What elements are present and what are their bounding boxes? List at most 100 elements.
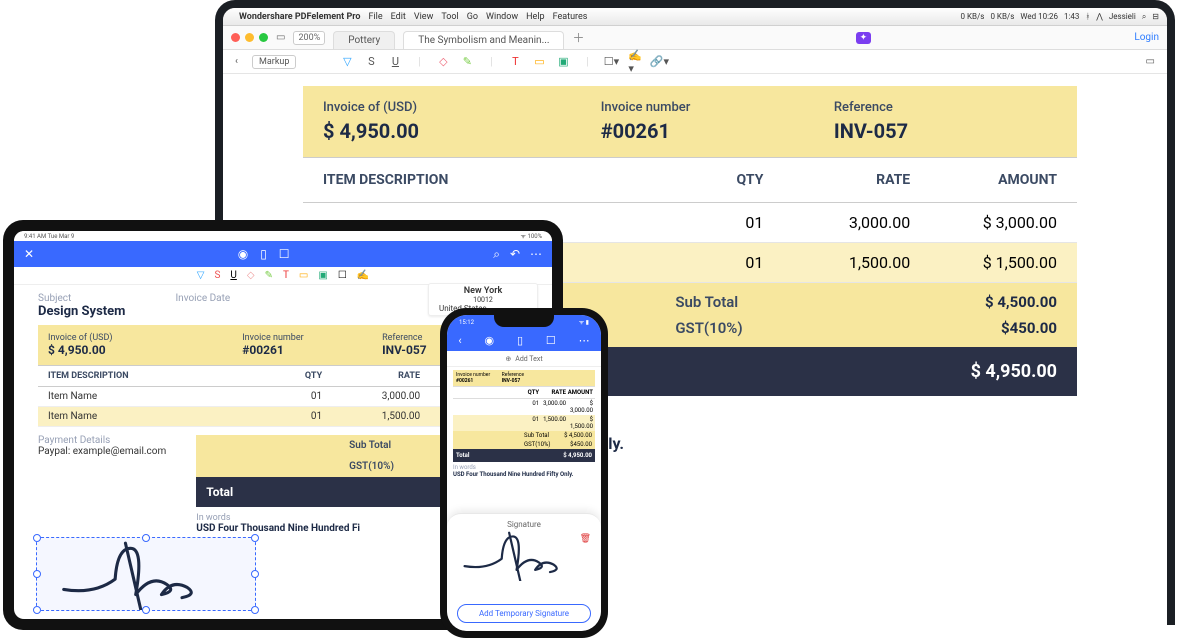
cell-rate: 3,000.00 — [539, 400, 566, 414]
window-chrome: ▭ 200% Pottery The Symbolism and Meanin.… — [223, 26, 1167, 50]
login-link[interactable]: Login — [1134, 32, 1159, 43]
view-toggle-icon[interactable]: ▭ — [1146, 56, 1155, 67]
pen-icon[interactable]: ✎ — [265, 270, 273, 281]
net-down: 0 KB/s — [990, 12, 1014, 21]
inv-of-label: Invoice of (USD) — [48, 333, 238, 343]
close-icon[interactable]: ✕ — [24, 247, 34, 261]
undo-icon[interactable]: ↶ — [510, 247, 520, 262]
signature-icon[interactable]: ✍▾ — [628, 55, 642, 69]
bluetooth-icon[interactable]: ᚼ — [1085, 12, 1090, 21]
textbox-icon[interactable]: T — [508, 55, 522, 69]
strike-icon[interactable]: S — [214, 270, 220, 281]
menu-tool[interactable]: Tool — [441, 12, 458, 22]
sign-icon[interactable]: ✍ — [357, 270, 369, 281]
menubar-user[interactable]: Jessieli — [1109, 12, 1136, 21]
menu-features[interactable]: Features — [553, 12, 588, 22]
delete-signature-icon[interactable]: 🗑 — [580, 534, 591, 544]
menu-file[interactable]: File — [369, 12, 383, 22]
cell-qty: 01 — [675, 213, 763, 232]
attachment-icon[interactable]: 🔗▾ — [652, 55, 666, 69]
cell-qty: 01 — [263, 391, 322, 402]
invoice-number-label: Invoice number — [601, 100, 824, 115]
text-icon[interactable]: T — [283, 270, 289, 281]
zoom-select[interactable]: 200% — [293, 31, 325, 45]
col-item: ITEM DESCRIPTION — [323, 172, 675, 188]
pen-icon[interactable]: ✎ — [460, 55, 474, 69]
table-header: ITEM DESCRIPTION QTY RATE AMOUNT — [303, 157, 1077, 203]
bookmark-icon[interactable]: ☐ — [279, 247, 290, 261]
wifi-icon[interactable]: ⋀ — [1096, 12, 1103, 21]
mode-select[interactable]: Markup — [252, 55, 296, 69]
signature-selection-box[interactable] — [36, 537, 256, 611]
menu-window[interactable]: Window — [486, 12, 518, 22]
menubar-app-name[interactable]: Wondershare PDFelement Pro — [239, 12, 361, 22]
highlight-icon[interactable]: ▽ — [340, 55, 354, 69]
stamp-icon[interactable]: ▣ — [318, 270, 327, 281]
back-button[interactable]: ‹ — [235, 56, 238, 67]
cell-item: Item Name — [48, 411, 263, 422]
shape-icon[interactable]: ☐ — [338, 270, 347, 281]
note-icon[interactable]: ▭ — [299, 270, 308, 281]
home-icon[interactable]: ◉ — [238, 247, 248, 261]
resize-handle[interactable] — [251, 606, 259, 614]
tab-pottery[interactable]: Pottery — [333, 31, 395, 49]
subject-value: Design System — [38, 304, 125, 319]
col-amount: AMOUNT — [910, 172, 1057, 188]
page-icon[interactable]: ▯ — [517, 334, 523, 347]
divider: | — [580, 55, 594, 69]
resize-handle[interactable] — [142, 606, 150, 614]
payment-details-value: Paypal: example@email.com — [38, 446, 166, 457]
shape-icon[interactable]: ☐▾ — [604, 55, 618, 69]
menu-help[interactable]: Help — [526, 12, 544, 22]
cell-item: Item Name — [48, 391, 263, 402]
eraser-icon[interactable]: ◇ — [247, 270, 255, 281]
resize-handle[interactable] — [251, 534, 259, 542]
total-value: $ 4,950.00 — [971, 361, 1057, 382]
cell-rate: 1,500.00 — [763, 253, 910, 272]
inv-num-value: #00261 — [242, 343, 378, 357]
menu-edit[interactable]: Edit — [391, 12, 406, 22]
resize-handle[interactable] — [33, 570, 41, 578]
iphone-document[interactable]: Invoice number#00261 ReferenceINV-057 QT… — [447, 367, 601, 481]
resize-handle[interactable] — [251, 570, 259, 578]
cell-qty: 01 — [522, 400, 539, 414]
tab-symbolism[interactable]: The Symbolism and Meanin... — [403, 31, 564, 49]
resize-handle[interactable] — [33, 606, 41, 614]
sidebar-toggle-icon[interactable]: ▭ — [276, 32, 285, 43]
more-icon[interactable]: ⋯ — [579, 334, 590, 347]
highlight-icon[interactable]: ▽ — [197, 270, 205, 281]
strikethrough-icon[interactable]: S — [364, 55, 378, 69]
iphone-toolbar: ‹ ◉ ▯ ☐ ⋯ — [447, 329, 601, 351]
more-icon[interactable]: ⋯ — [530, 247, 542, 262]
maximize-window-button[interactable] — [259, 33, 268, 42]
minimize-window-button[interactable] — [245, 33, 254, 42]
control-center-icon[interactable]: ⊟ — [1152, 12, 1159, 21]
view-icon[interactable]: ☐ — [546, 334, 556, 347]
menu-go[interactable]: Go — [467, 12, 478, 22]
premium-icon[interactable]: ✦ — [856, 32, 872, 44]
resize-handle[interactable] — [142, 534, 150, 542]
resize-handle[interactable] — [33, 534, 41, 542]
add-text-bar[interactable]: ⊕ Add Text — [447, 351, 601, 367]
search-icon[interactable]: ⌕ — [1142, 12, 1146, 22]
back-icon[interactable]: ‹ — [458, 334, 461, 347]
ipad-time: 9:41 AM Tue Mar 9 — [24, 233, 74, 240]
gst-value: $450.00 — [910, 319, 1057, 337]
ref-value: INV-057 — [502, 378, 521, 384]
search-icon[interactable]: ⌕ — [493, 247, 500, 262]
inv-num-label: Invoice number — [242, 333, 378, 343]
menu-view[interactable]: View — [414, 12, 433, 22]
close-window-button[interactable] — [231, 33, 240, 42]
eraser-icon[interactable]: ◇ — [436, 55, 450, 69]
cell-qty: 01 — [263, 411, 322, 422]
underline-icon[interactable]: U — [230, 270, 236, 281]
cell-amount: $ 1,500.00 — [566, 416, 593, 430]
cell-qty: 01 — [522, 416, 539, 430]
home-icon[interactable]: ◉ — [485, 334, 495, 347]
new-tab-button[interactable]: ＋ — [572, 29, 584, 46]
stamp-icon[interactable]: ▣ — [556, 55, 570, 69]
underline-icon[interactable]: U — [388, 55, 402, 69]
page-icon[interactable]: ▯ — [260, 247, 267, 261]
note-icon[interactable]: ▭ — [532, 55, 546, 69]
add-temporary-signature-button[interactable]: Add Temporary Signature — [457, 604, 591, 623]
